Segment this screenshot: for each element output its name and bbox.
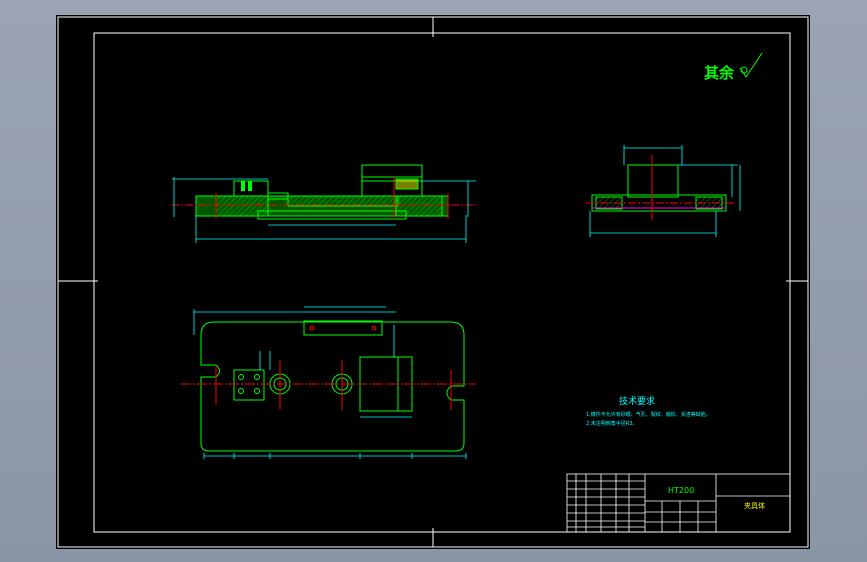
top-view-locating-plate [233,369,265,401]
side-view [586,145,741,237]
title-block-material: HT200 [668,486,694,495]
roughness-note-text: 其余 [704,64,735,82]
top-view [181,306,476,459]
outer-sheet-border [57,16,809,548]
cad-viewport[interactable]: 其余 技术要求 1.铸件不允许有砂眼、气孔、裂纹、缩松、夹渣等缺陷。 2.未注明… [56,15,810,549]
front-view [171,164,476,243]
title-block-part-name: 夹具体 [744,501,765,510]
centering-marks [58,17,808,547]
side-view-upright [627,164,679,198]
inner-drawing-frame [93,32,791,533]
surface-roughness-note: 其余 [704,52,763,82]
drawing-canvas: 其余 技术要求 1.铸件不允许有砂眼、气孔、裂纹、缩松、夹渣等缺陷。 2.未注明… [57,16,809,548]
top-view-clamp-slot [303,320,383,336]
tech-requirements-title: 技术要求 [619,395,655,407]
tech-requirement-item: 1.铸件不允许有砂眼、气孔、裂纹、缩松、夹渣等缺陷。 [586,411,711,418]
technical-requirements: 技术要求 1.铸件不允许有砂眼、气孔、裂纹、缩松、夹渣等缺陷。 2.未注明倒角半… [586,395,711,427]
tech-requirement-item: 2.未注明倒角半径R3。 [586,420,637,427]
